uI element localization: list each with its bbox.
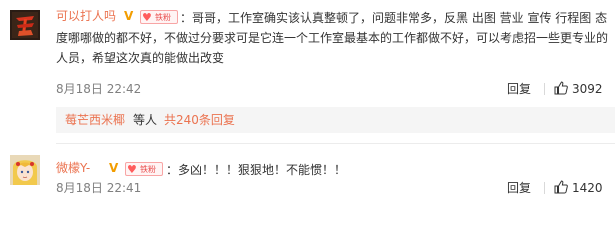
reply-user-link[interactable]: 莓芒西米椰	[65, 107, 125, 133]
replies-preview[interactable]: 莓芒西米椰 等人 共240条回复	[56, 107, 615, 133]
comment-time: 8月18日 22:41	[56, 181, 142, 195]
action-separator	[544, 83, 545, 95]
like-button[interactable]: 3092	[554, 81, 603, 97]
thumbs-up-icon	[554, 81, 568, 95]
thumbs-up-icon	[554, 180, 568, 194]
comment-item: 微檬Y- V ♥ 铁粉 ：多凶！！！狠狠地！不能惯！！ 8月18日 22:41 …	[0, 140, 615, 244]
comment-text: ：哥哥，工作室确实该认真整顿了，问题非常多，反黑 出图 营业 宣传 行程图 态度…	[56, 11, 609, 65]
like-count: 3092	[572, 82, 603, 96]
replies-middle-text: 等人	[133, 113, 158, 127]
user-avatar[interactable]	[10, 10, 40, 40]
comment-time: 8月18日 22:42	[56, 82, 142, 96]
reply-button[interactable]: 回复	[507, 180, 531, 196]
comment-item: 可以打人吗 V ♥ 铁粉 ：哥哥，工作室确实该认真整顿了，问题非常多，反黑 出图…	[0, 0, 615, 140]
like-button[interactable]: 1420	[554, 180, 603, 196]
action-separator	[544, 182, 545, 194]
replies-total-link[interactable]: 共240条回复	[164, 107, 235, 133]
user-avatar[interactable]	[10, 155, 40, 185]
like-count: 1420	[572, 181, 603, 195]
comment-text: ：多凶！！！狠狠地！不能惯！！	[166, 163, 347, 177]
reply-button[interactable]: 回复	[507, 81, 531, 97]
